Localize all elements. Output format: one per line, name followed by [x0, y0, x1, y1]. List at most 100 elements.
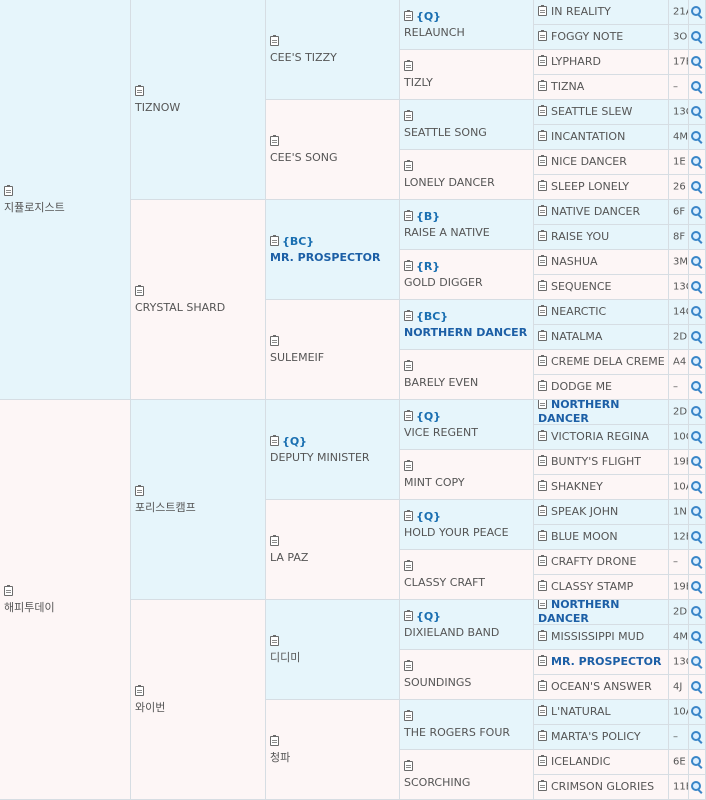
magnifier-icon[interactable] [691, 31, 703, 43]
horse-name-link[interactable]: FOGGY NOTE [551, 30, 623, 43]
horse-name-link[interactable]: CLASSY STAMP [551, 580, 633, 593]
clipboard-icon[interactable] [4, 584, 13, 596]
magnifier-icon[interactable] [691, 556, 703, 568]
clipboard-icon[interactable] [270, 334, 279, 346]
horse-name-link[interactable]: OCEAN'S ANSWER [551, 680, 652, 693]
horse-name-link[interactable]: NEARCTIC [551, 305, 606, 318]
horse-name-link[interactable]: RAISE YOU [551, 230, 609, 243]
horse-name-link[interactable]: DEPUTY MINISTER [270, 450, 397, 466]
horse-name-link[interactable]: MR. PROSPECTOR [270, 250, 397, 266]
horse-name-link[interactable]: DIXIELAND BAND [404, 625, 531, 641]
magnifier-icon[interactable] [691, 531, 703, 543]
horse-name-link[interactable]: RELAUNCH [404, 25, 531, 41]
clipboard-icon[interactable] [538, 580, 547, 591]
clipboard-icon[interactable] [538, 30, 547, 41]
clipboard-icon[interactable] [404, 509, 413, 521]
horse-name-link[interactable]: 와이번 [135, 700, 263, 716]
horse-name-link[interactable]: MINT COPY [404, 475, 531, 491]
clipboard-icon[interactable] [538, 305, 547, 316]
magnifier-icon[interactable] [691, 606, 703, 618]
horse-name-link[interactable]: CRYSTAL SHARD [135, 300, 263, 316]
clipboard-icon[interactable] [538, 480, 547, 491]
horse-name-link[interactable]: NORTHERN DANCER [404, 325, 531, 341]
clipboard-icon[interactable] [135, 84, 144, 96]
horse-name-link[interactable]: CEE'S SONG [270, 150, 397, 166]
clipboard-icon[interactable] [404, 309, 413, 321]
horse-name-link[interactable]: BLUE MOON [551, 530, 618, 543]
clipboard-icon[interactable] [538, 780, 547, 791]
clipboard-icon[interactable] [404, 709, 413, 721]
clipboard-icon[interactable] [135, 684, 144, 696]
clipboard-icon[interactable] [538, 680, 547, 691]
clipboard-icon[interactable] [270, 234, 279, 246]
magnifier-icon[interactable] [691, 481, 703, 493]
horse-name-link[interactable]: SEATTLE SLEW [551, 105, 632, 118]
magnifier-icon[interactable] [691, 281, 703, 293]
horse-name-link[interactable]: VICTORIA REGINA [551, 430, 649, 443]
horse-name-link[interactable]: CREME DELA CREME [551, 355, 665, 368]
clipboard-icon[interactable] [538, 280, 547, 291]
clipboard-icon[interactable] [538, 655, 547, 666]
clipboard-icon[interactable] [404, 59, 413, 71]
clipboard-icon[interactable] [538, 430, 547, 441]
magnifier-icon[interactable] [691, 781, 703, 793]
clipboard-icon[interactable] [538, 455, 547, 466]
clipboard-icon[interactable] [538, 255, 547, 266]
magnifier-icon[interactable] [691, 6, 703, 18]
clipboard-icon[interactable] [404, 609, 413, 621]
magnifier-icon[interactable] [691, 756, 703, 768]
clipboard-icon[interactable] [4, 184, 13, 196]
horse-name-link[interactable]: 해피투데이 [4, 600, 128, 616]
horse-name-link[interactable]: BARELY EVEN [404, 375, 531, 391]
clipboard-icon[interactable] [404, 259, 413, 271]
clipboard-icon[interactable] [404, 659, 413, 671]
clipboard-icon[interactable] [538, 5, 547, 16]
magnifier-icon[interactable] [691, 506, 703, 518]
horse-name-link[interactable]: LYPHARD [551, 55, 601, 68]
clipboard-icon[interactable] [538, 105, 547, 116]
horse-name-link[interactable]: GOLD DIGGER [404, 275, 531, 291]
clipboard-icon[interactable] [538, 530, 547, 541]
horse-name-link[interactable]: 포리스트캠프 [135, 500, 263, 516]
clipboard-icon[interactable] [270, 34, 279, 46]
clipboard-icon[interactable] [538, 730, 547, 741]
magnifier-icon[interactable] [691, 356, 703, 368]
clipboard-icon[interactable] [404, 409, 413, 421]
clipboard-icon[interactable] [538, 505, 547, 516]
horse-name-link[interactable]: L'NATURAL [551, 705, 611, 718]
horse-name-link[interactable]: MR. PROSPECTOR [551, 655, 661, 668]
magnifier-icon[interactable] [691, 581, 703, 593]
horse-name-link[interactable]: 디디미 [270, 650, 397, 666]
horse-name-link[interactable]: THE ROGERS FOUR [404, 725, 531, 741]
horse-name-link[interactable]: TIZNOW [135, 100, 263, 116]
clipboard-icon[interactable] [270, 534, 279, 546]
magnifier-icon[interactable] [691, 306, 703, 318]
clipboard-icon[interactable] [538, 705, 547, 716]
horse-name-link[interactable]: SPEAK JOHN [551, 505, 618, 518]
clipboard-icon[interactable] [404, 459, 413, 471]
horse-name-link[interactable]: SHAKNEY [551, 480, 603, 493]
clipboard-icon[interactable] [404, 159, 413, 171]
magnifier-icon[interactable] [691, 656, 703, 668]
horse-name-link[interactable]: NICE DANCER [551, 155, 627, 168]
horse-name-link[interactable]: VICE REGENT [404, 425, 531, 441]
magnifier-icon[interactable] [691, 681, 703, 693]
horse-name-link[interactable]: SLEEP LONELY [551, 180, 629, 193]
clipboard-icon[interactable] [538, 555, 547, 566]
clipboard-icon[interactable] [135, 484, 144, 496]
horse-name-link[interactable]: DODGE ME [551, 380, 612, 393]
magnifier-icon[interactable] [691, 81, 703, 93]
horse-name-link[interactable]: MARTA'S POLICY [551, 730, 641, 743]
clipboard-icon[interactable] [538, 330, 547, 341]
clipboard-icon[interactable] [538, 55, 547, 66]
clipboard-icon[interactable] [270, 134, 279, 146]
horse-name-link[interactable]: MISSISSIPPI MUD [551, 630, 644, 643]
magnifier-icon[interactable] [691, 156, 703, 168]
horse-name-link[interactable]: RAISE A NATIVE [404, 225, 531, 241]
clipboard-icon[interactable] [404, 9, 413, 21]
magnifier-icon[interactable] [691, 231, 703, 243]
horse-name-link[interactable]: IN REALITY [551, 5, 611, 18]
clipboard-icon[interactable] [538, 230, 547, 241]
horse-name-link[interactable]: SEQUENCE [551, 280, 611, 293]
clipboard-icon[interactable] [270, 434, 279, 446]
